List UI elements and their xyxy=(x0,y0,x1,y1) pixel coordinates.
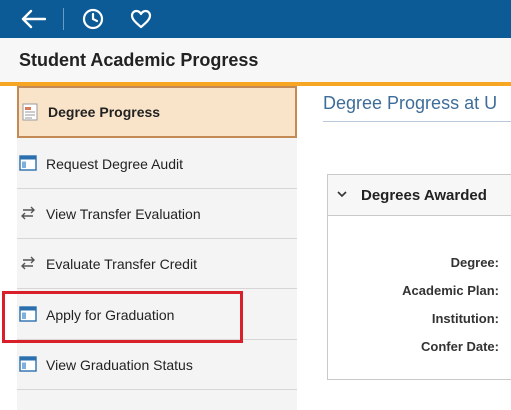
sidebar-item-request-degree-audit[interactable]: Request Degree Audit xyxy=(17,139,297,189)
sidebar-item-label: Request Degree Audit xyxy=(46,155,183,172)
content-title: Degree Progress at U xyxy=(323,93,498,113)
field-label-degree: Degree: xyxy=(450,255,499,270)
sidebar-item-label: View Transfer Evaluation xyxy=(46,205,201,222)
window-icon xyxy=(19,155,37,171)
top-navigation-bar xyxy=(0,0,511,38)
arrow-left-icon[interactable] xyxy=(19,5,47,33)
window-icon xyxy=(19,356,37,372)
sidebar-item-degree-progress[interactable]: Degree Progress xyxy=(17,86,297,138)
sidebar-item-label: Degree Progress xyxy=(48,104,161,120)
toolbar-divider xyxy=(63,8,64,30)
highlight-box xyxy=(2,291,243,343)
left-margin xyxy=(0,86,17,410)
sidebar-item-label: View Graduation Status xyxy=(46,356,193,373)
swap-arrows-icon xyxy=(19,255,37,271)
content-title-underline xyxy=(323,121,511,122)
document-icon xyxy=(22,103,40,121)
page-title: Student Academic Progress xyxy=(19,50,259,70)
sidebar-item-evaluate-transfer-credit[interactable]: Evaluate Transfer Credit xyxy=(17,239,297,289)
clock-icon[interactable] xyxy=(79,5,107,33)
chevron-down-icon[interactable] xyxy=(336,187,348,199)
page-header: Student Academic Progress xyxy=(0,38,511,82)
field-label-institution: Institution: xyxy=(431,311,499,326)
sidebar-item-view-graduation-status[interactable]: View Graduation Status xyxy=(17,340,297,390)
panel-heading: Degrees Awarded xyxy=(361,187,487,204)
heart-icon[interactable] xyxy=(127,5,155,33)
sidebar-item-view-transfer-evaluation[interactable]: View Transfer Evaluation xyxy=(17,189,297,239)
swap-arrows-icon xyxy=(19,205,37,221)
sidebar-item-label: Evaluate Transfer Credit xyxy=(46,255,197,272)
degrees-awarded-header[interactable]: Degrees Awarded xyxy=(327,174,511,216)
field-label-academic-plan: Academic Plan: xyxy=(402,283,499,298)
field-label-confer-date: Confer Date: xyxy=(420,339,499,354)
